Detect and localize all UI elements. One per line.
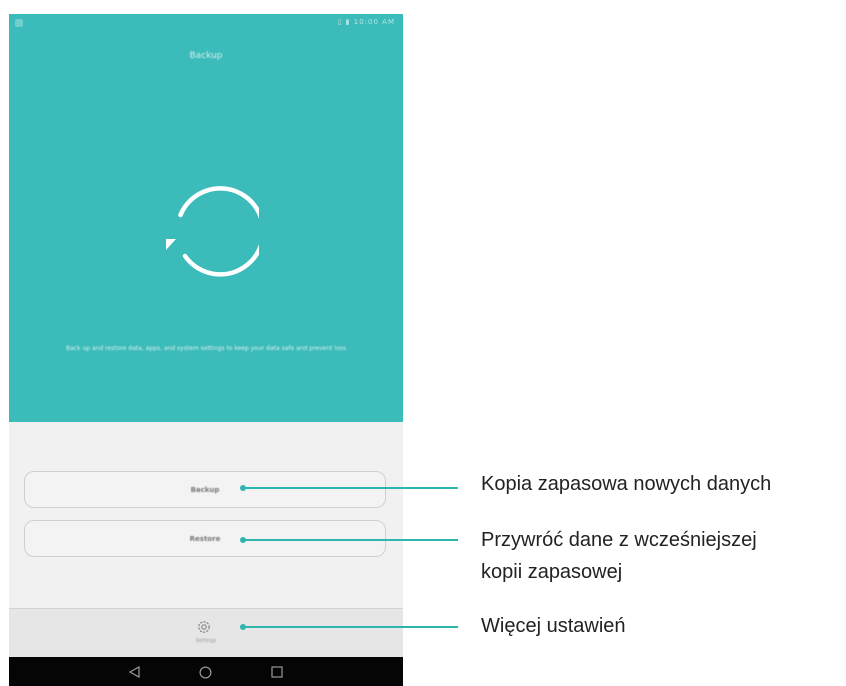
restore-button-label: Restore [189, 534, 221, 543]
system-navbar [9, 657, 403, 686]
callout-backup-text: Kopia zapasowa nowych danych [481, 473, 772, 495]
status-bar-info: ▯ ▮ 10:00 AM [337, 18, 395, 26]
hero-panel: ▯ ▮ 10:00 AM Backup Back up and restore … [9, 14, 403, 422]
bottom-settings-bar: Settings [9, 608, 403, 657]
backup-button[interactable]: Backup [24, 471, 386, 508]
callout-settings-text: Więcej ustawień [481, 615, 626, 637]
gear-icon[interactable] [196, 619, 212, 635]
callout-restore-text-line1: Przywróć dane z wcześniejszej [481, 529, 757, 551]
hero-description: Back up and restore data, apps, and syst… [65, 345, 347, 352]
page-title: Backup [189, 51, 223, 61]
backup-button-label: Backup [190, 485, 220, 494]
back-triangle-icon[interactable] [129, 666, 141, 678]
phone-screen: ▯ ▮ 10:00 AM Backup Back up and restore … [9, 14, 403, 686]
callout-restore-text-line2: kopii zapasowej [481, 561, 623, 583]
recents-square-icon[interactable] [271, 666, 283, 678]
notification-icon [15, 19, 23, 27]
callout-line-settings [243, 626, 458, 628]
callout-line-backup [243, 487, 458, 489]
backup-refresh-icon [166, 186, 259, 277]
settings-label[interactable]: Settings [9, 638, 403, 644]
home-circle-icon[interactable] [199, 666, 212, 679]
callout-line-restore [243, 539, 458, 541]
